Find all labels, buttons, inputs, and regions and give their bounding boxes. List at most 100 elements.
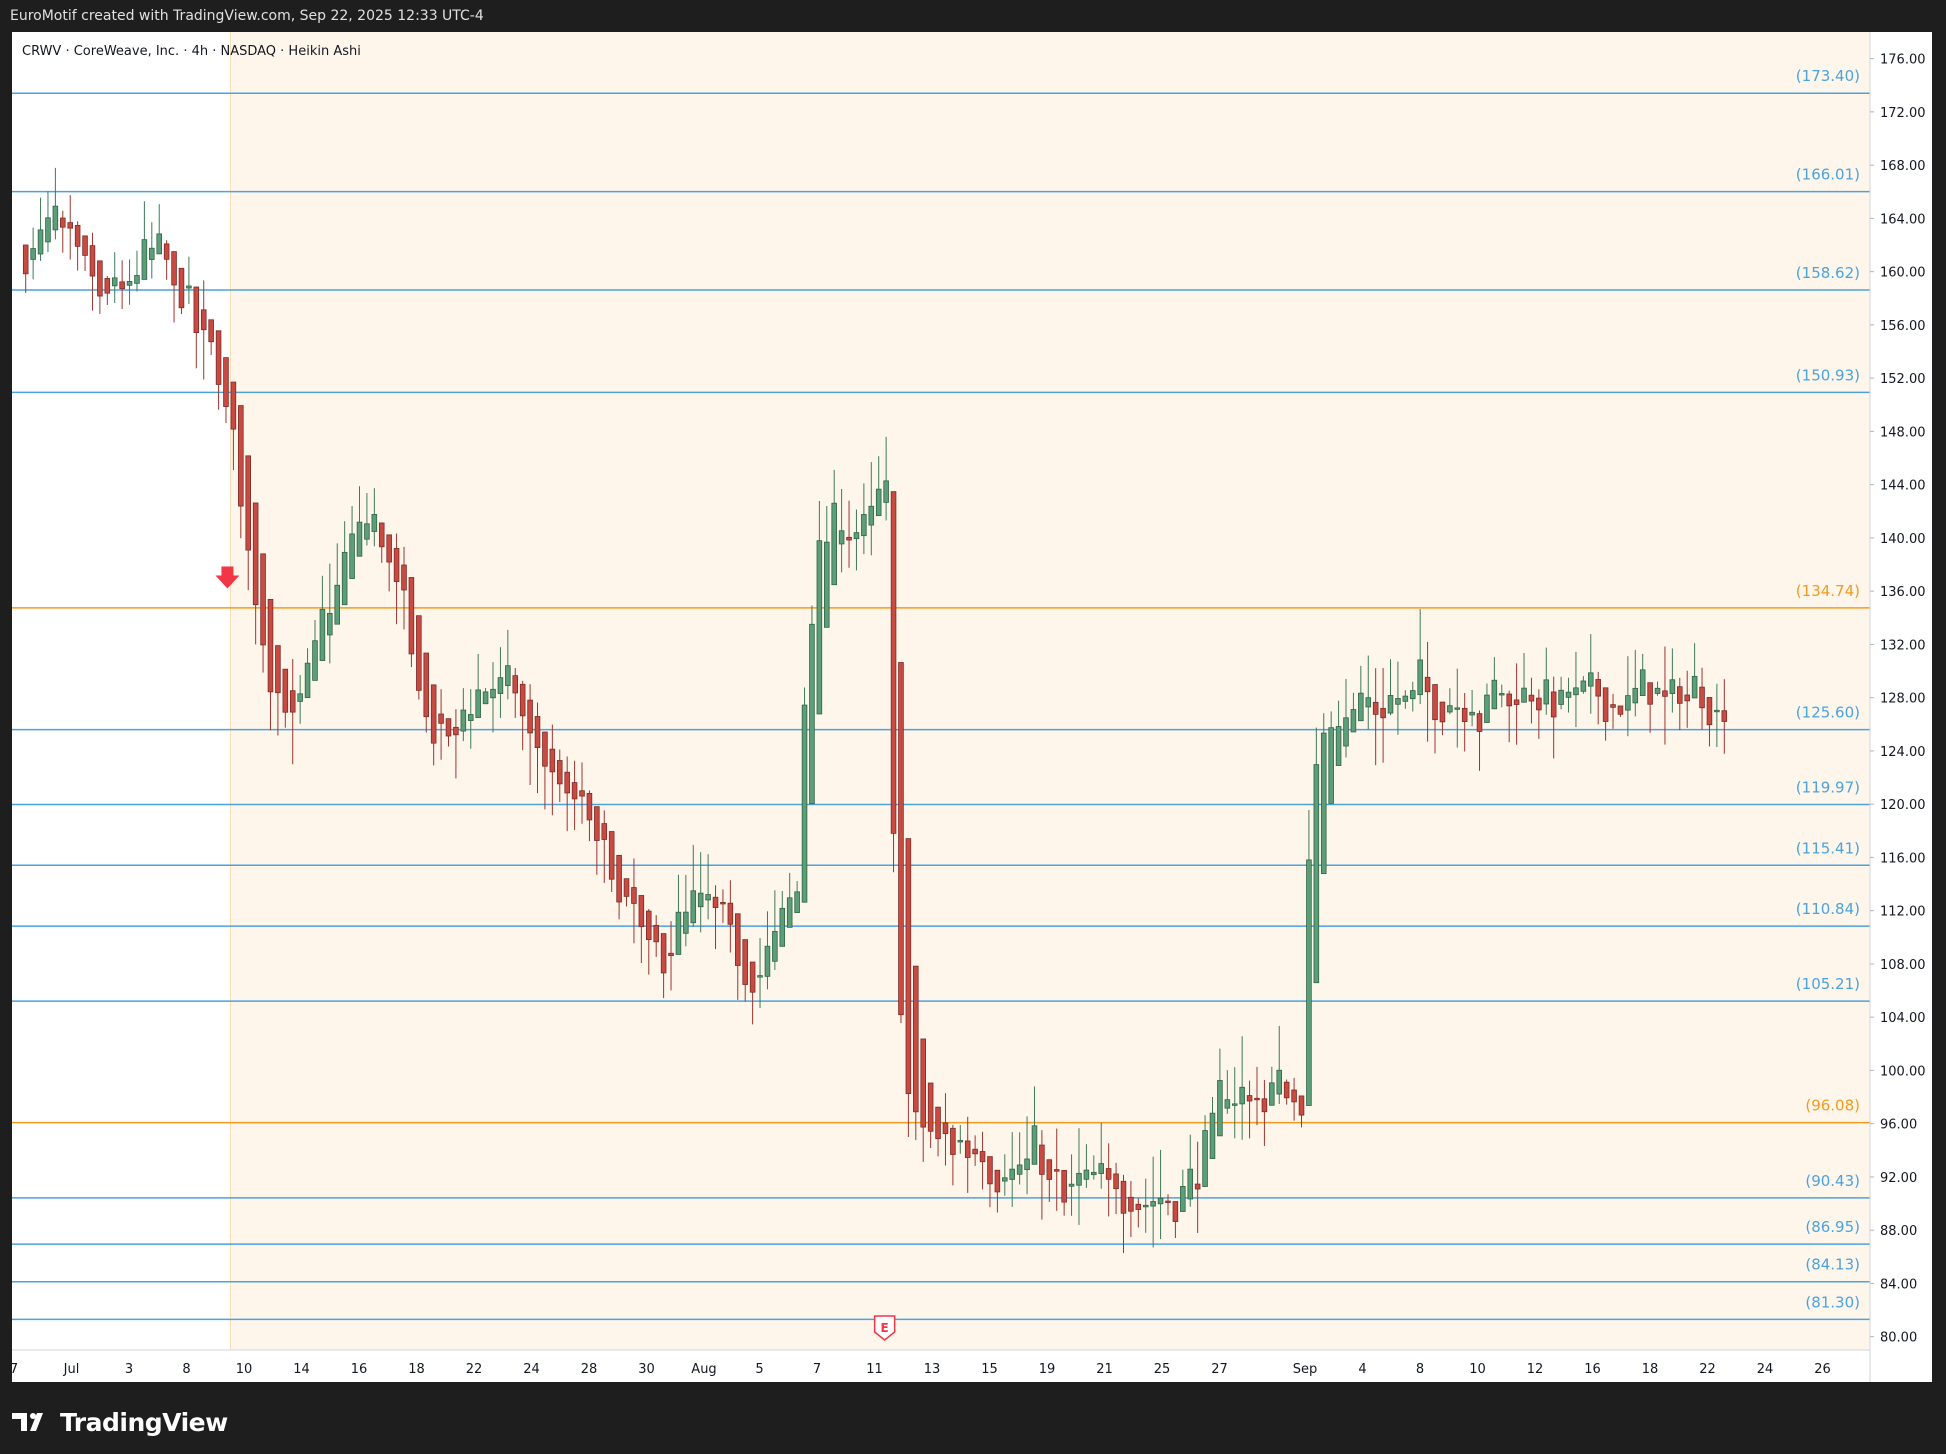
candle-body-125 xyxy=(950,1127,956,1155)
candle-body-58 xyxy=(453,726,459,736)
candle-body-122 xyxy=(927,1082,934,1132)
candle-body-56 xyxy=(438,713,444,724)
candle-body-103 xyxy=(786,897,793,928)
candle-body-20 xyxy=(171,251,177,286)
candle-body-150 xyxy=(1135,1203,1142,1210)
candle-body-197 xyxy=(1484,694,1490,723)
candle-body-176 xyxy=(1328,727,1334,804)
x-tick-label-0: 7 xyxy=(12,1362,18,1377)
candle-body-165 xyxy=(1246,1095,1253,1102)
x-tick-label-7: 18 xyxy=(408,1362,425,1377)
candle-body-155 xyxy=(1172,1201,1179,1222)
candle-body-210 xyxy=(1580,680,1587,692)
candle-body-17 xyxy=(149,247,155,260)
candle-body-142 xyxy=(1076,1172,1082,1186)
price-chart[interactable]: (173.40) (166.01) (158.62) (150.93) (134.74)… xyxy=(12,32,1932,1382)
y-tick-label-9: 140.00 xyxy=(1880,532,1926,547)
candle-body-36 xyxy=(289,690,296,713)
candle-body-215 xyxy=(1617,705,1624,715)
candle-body-7 xyxy=(74,224,81,247)
level-label-13: (84.13) xyxy=(1805,1256,1860,1274)
candle-body-153 xyxy=(1157,1197,1164,1205)
x-tick-label-23: 4 xyxy=(1358,1362,1366,1377)
x-tick-label-6: 16 xyxy=(351,1362,368,1377)
candle-body-139 xyxy=(1053,1169,1060,1172)
candle-body-191 xyxy=(1439,701,1446,723)
candle-body-14 xyxy=(126,281,133,286)
y-tick-label-17: 108.00 xyxy=(1880,958,1926,973)
x-tick-label-19: 21 xyxy=(1096,1362,1113,1377)
candle-body-183 xyxy=(1380,707,1386,719)
level-label-6: (119.97) xyxy=(1796,779,1860,797)
candle-body-167 xyxy=(1261,1098,1268,1113)
candle-body-163 xyxy=(1231,1103,1238,1106)
candle-body-193 xyxy=(1454,707,1461,710)
candle-body-112 xyxy=(853,532,860,540)
x-tick-label-8: 22 xyxy=(466,1362,483,1377)
level-label-8: (110.84) xyxy=(1796,900,1860,918)
candle-body-106 xyxy=(809,623,815,805)
candle-body-45 xyxy=(356,521,363,557)
candle-body-84 xyxy=(645,910,652,941)
y-tick-label-23: 84.00 xyxy=(1880,1277,1917,1292)
x-tick-label-15: 11 xyxy=(866,1362,883,1377)
y-tick-label-5: 156.00 xyxy=(1880,319,1926,334)
candle-body-135 xyxy=(1024,1158,1030,1171)
candle-body-86 xyxy=(660,933,667,974)
x-tick-label-28: 18 xyxy=(1642,1362,1659,1377)
y-tick-label-19: 100.00 xyxy=(1880,1064,1926,1079)
y-tick-label-24: 80.00 xyxy=(1880,1331,1917,1346)
candle-body-196 xyxy=(1476,713,1483,732)
candle-body-81 xyxy=(623,878,630,897)
candle-body-129 xyxy=(979,1151,986,1163)
candle-body-159 xyxy=(1202,1130,1208,1187)
candle-body-40 xyxy=(319,608,326,661)
candle-body-207 xyxy=(1558,689,1564,705)
candle-body-169 xyxy=(1276,1069,1283,1095)
level-label-0: (173.40) xyxy=(1796,67,1860,85)
caption-text: EuroMotif created with TradingView.com, … xyxy=(10,8,484,24)
candle-body-137 xyxy=(1039,1144,1045,1175)
candle-body-143 xyxy=(1083,1169,1090,1180)
x-tick-label-22: Sep xyxy=(1293,1362,1318,1377)
candle-body-190 xyxy=(1432,684,1438,721)
candle-body-65 xyxy=(505,665,511,686)
candle-body-118 xyxy=(898,662,904,1016)
candle-body-24 xyxy=(200,309,207,331)
tradingview-logo-icon xyxy=(12,1413,43,1431)
candle-body-222 xyxy=(1669,679,1676,695)
brand-name: TradingView xyxy=(60,1407,228,1437)
candle-body-180 xyxy=(1358,692,1364,722)
candle-body-102 xyxy=(779,907,786,947)
y-tick-label-15: 116.00 xyxy=(1880,851,1926,866)
level-label-1: (166.01) xyxy=(1796,166,1860,184)
y-tick-label-13: 124.00 xyxy=(1880,745,1926,760)
candle-body-85 xyxy=(653,924,659,943)
candle-body-189 xyxy=(1424,676,1431,693)
candle-body-140 xyxy=(1061,1169,1067,1203)
candle-body-198 xyxy=(1491,679,1498,710)
candle-body-100 xyxy=(764,945,771,977)
candle-body-130 xyxy=(987,1156,993,1185)
candle-body-64 xyxy=(497,677,504,694)
candle-body-30 xyxy=(245,455,252,551)
candle-body-209 xyxy=(1573,687,1579,696)
x-tick-label-10: 28 xyxy=(581,1362,598,1377)
y-tick-label-6: 152.00 xyxy=(1880,372,1926,387)
candle-body-10 xyxy=(97,260,103,297)
candle-body-8 xyxy=(82,235,88,256)
symbol-legend: CRWV · CoreWeave, Inc. · 4h · NASDAQ · H… xyxy=(22,44,361,59)
candle-body-13 xyxy=(119,281,125,290)
candle-body-151 xyxy=(1142,1204,1149,1208)
candle-body-29 xyxy=(238,405,244,507)
candle-body-223 xyxy=(1677,686,1683,704)
candle-body-27 xyxy=(223,357,229,407)
candle-body-59 xyxy=(460,709,467,732)
candle-body-47 xyxy=(371,514,378,532)
candle-body-1 xyxy=(30,248,36,260)
candle-body-141 xyxy=(1068,1183,1075,1187)
candle-body-80 xyxy=(616,854,622,903)
candle-body-43 xyxy=(341,551,348,606)
candle-body-111 xyxy=(846,536,852,541)
candle-body-101 xyxy=(772,931,778,962)
